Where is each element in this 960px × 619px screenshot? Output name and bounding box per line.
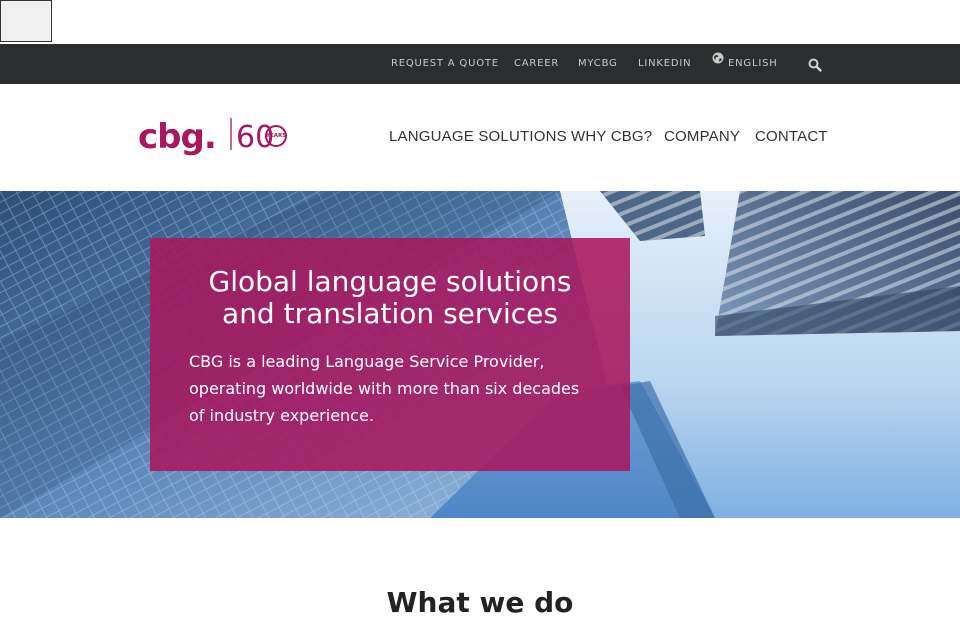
nav-contact[interactable]: CONTACT [755, 128, 828, 145]
globe-icon [712, 42, 724, 82]
hero-title-line-1: Global language solutions [208, 265, 572, 298]
top-utility-bar: REQUEST A QUOTE CAREER MYCBG LINKEDIN EN… [0, 44, 960, 84]
brand-wordmark: cbg. [138, 117, 216, 157]
cbg-logo[interactable]: cbg. 60 YEARS [138, 114, 294, 160]
linkedin-link[interactable]: LINKEDIN [638, 44, 691, 84]
hero-title: Global language solutions and translatio… [189, 266, 591, 330]
hero-description: CBG is a leading Language Service Provid… [189, 352, 580, 425]
hero-title-line-2: and translation services [222, 297, 558, 330]
language-label: ENGLISH [728, 58, 778, 69]
skip-link-box[interactable] [0, 0, 52, 42]
career-link[interactable]: CAREER [514, 44, 559, 84]
hero-card: Global language solutions and translatio… [150, 238, 630, 471]
nav-company[interactable]: COMPANY [664, 128, 740, 145]
search-icon[interactable] [808, 57, 822, 72]
anniversary-years: YEARS [265, 133, 286, 139]
request-quote-link[interactable]: REQUEST A QUOTE [391, 44, 499, 84]
hero-banner: Global language solutions and translatio… [0, 191, 960, 518]
nav-why-cbg[interactable]: WHY CBG? [571, 128, 652, 145]
nav-language-solutions[interactable]: LANGUAGE SOLUTIONS [389, 128, 567, 145]
site-header: cbg. 60 YEARS LANGUAGE SOLUTIONS WHY CBG… [0, 84, 960, 191]
language-selector[interactable]: ENGLISH [712, 44, 778, 84]
section-title: What we do [386, 586, 574, 619]
mycbg-link[interactable]: MYCBG [578, 44, 618, 84]
